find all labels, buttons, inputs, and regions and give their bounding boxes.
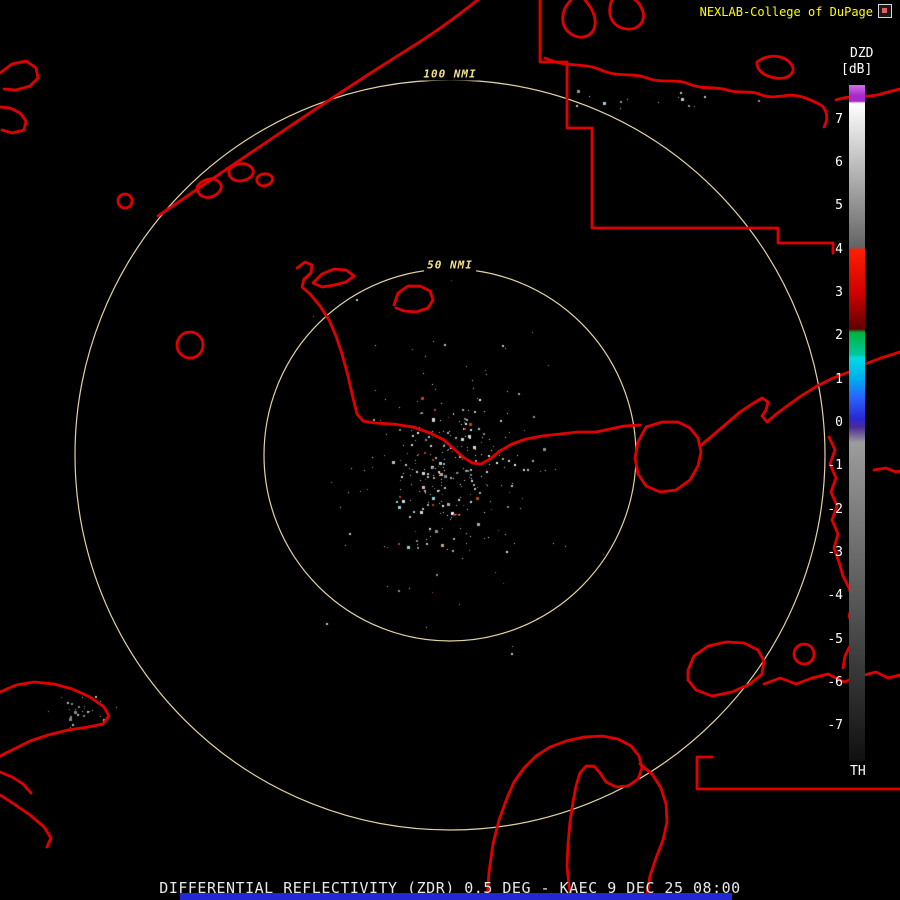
coastline <box>836 89 900 100</box>
coastline <box>874 468 900 472</box>
island <box>394 286 433 312</box>
island <box>688 642 764 696</box>
site-link-icon[interactable] <box>878 4 892 18</box>
colorbar-product-label: DZD <box>850 46 873 61</box>
range-ring <box>264 269 636 641</box>
range-rings <box>75 80 825 830</box>
island <box>757 56 793 78</box>
colorbar-threshold-label: TH <box>850 764 866 779</box>
colorbar-tick: 4 <box>803 243 843 257</box>
colorbar <box>849 85 865 761</box>
peninsula <box>635 422 701 492</box>
coastline <box>610 0 644 29</box>
colorbar-tick: 7 <box>803 113 843 127</box>
coastline <box>0 772 31 793</box>
colorbar-tick: -4 <box>803 589 843 603</box>
colorbar-tick: -2 <box>803 503 843 517</box>
island <box>0 107 26 133</box>
colorbar-tick: 5 <box>803 199 843 213</box>
island <box>0 682 109 756</box>
island-circle <box>177 332 203 358</box>
island <box>257 174 273 186</box>
range-ring-label: 50 NMI <box>424 259 476 272</box>
coastline <box>158 0 480 216</box>
colorbar-tick: 2 <box>803 329 843 343</box>
range-ring <box>75 80 825 830</box>
island <box>229 164 253 181</box>
colorbar-tick: 6 <box>803 156 843 170</box>
coastline <box>563 0 595 37</box>
colorbar-tick: 0 <box>803 416 843 430</box>
colorbar-tick: -1 <box>803 459 843 473</box>
colorbar-units-label: [dB] <box>841 62 872 77</box>
colorbar-tick: -6 <box>803 676 843 690</box>
island-circle <box>794 644 814 664</box>
island-circle <box>118 194 132 208</box>
colorbar-tick: -5 <box>803 633 843 647</box>
radar-map <box>0 0 900 900</box>
brand-text: NEXLAB-College of DuPage <box>700 5 873 19</box>
coastline <box>487 736 642 900</box>
colorbar-tick: -7 <box>803 719 843 733</box>
coastline <box>545 58 827 127</box>
colorbar-tick: 1 <box>803 373 843 387</box>
boundary-line <box>697 757 900 789</box>
colorbar-tick: 3 <box>803 286 843 300</box>
coastline <box>313 269 354 287</box>
coastline <box>297 262 640 464</box>
map-outlines <box>0 0 900 900</box>
coastline <box>700 352 900 446</box>
range-ring-label: 100 NMI <box>420 68 479 81</box>
radar-viewport: NEXLAB-College of DuPage DZD [dB] TH DIF… <box>0 0 900 900</box>
coastline <box>0 795 51 847</box>
island <box>0 61 38 90</box>
status-underline <box>180 893 732 900</box>
colorbar-tick: -3 <box>803 546 843 560</box>
